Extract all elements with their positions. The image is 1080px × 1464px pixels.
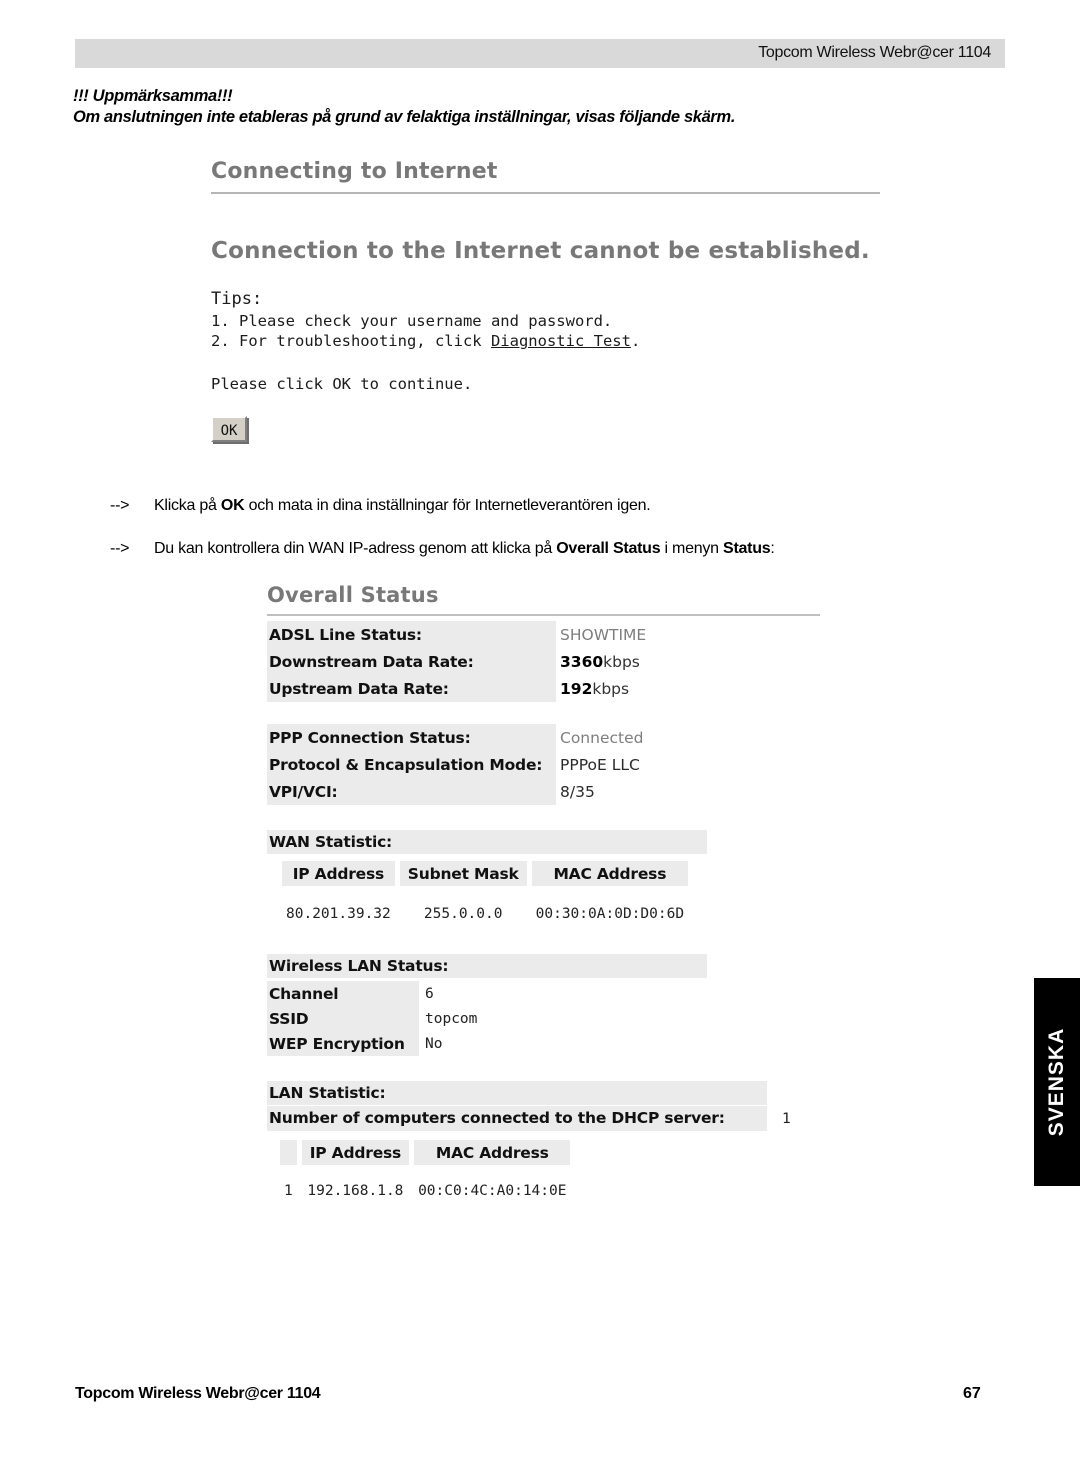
diagnostic-test-link[interactable]: Diagnostic Test xyxy=(491,332,631,350)
connecting-to-internet-screenshot: Connecting to Internet Connection to the… xyxy=(211,158,891,442)
table-row: Channel 6 xyxy=(267,981,716,1006)
upstream-rate-unit: kbps xyxy=(592,679,630,698)
wep-encryption-label: WEP Encryption xyxy=(267,1031,419,1056)
tip-2-prefix: 2. For troubleshooting, click xyxy=(211,332,491,350)
table-row: Protocol & Encapsulation Mode: PPPoE LLC xyxy=(267,751,821,778)
adsl-status-table: ADSL Line Status: SHOWTIME Downstream Da… xyxy=(267,621,821,702)
ppp-connection-status-label: PPP Connection Status: xyxy=(267,724,556,751)
table-row: 1 192.168.1.8 00:C0:4C:A0:14:0E xyxy=(280,1165,570,1203)
footer-page-number: 67 xyxy=(963,1385,981,1402)
ppp-connection-status-value: Connected xyxy=(560,728,644,747)
table-row: Upstream Data Rate: 192kbps xyxy=(267,675,821,702)
instruction-2-part-2: i menyn xyxy=(660,540,724,557)
footer-product-name: Topcom Wireless Webr@cer 1104 xyxy=(75,1385,321,1402)
table-row: ADSL Line Status: SHOWTIME xyxy=(267,621,821,648)
downstream-rate-label: Downstream Data Rate: xyxy=(267,648,556,675)
vpi-vci-value: 8/35 xyxy=(560,782,595,801)
lan-mac-address-value: 00:C0:4C:A0:14:0E xyxy=(418,1183,567,1199)
lan-col-index xyxy=(280,1140,297,1165)
overall-status-divider xyxy=(267,614,820,616)
downstream-rate-value: 3360kbps xyxy=(556,648,821,675)
tips-label: Tips: xyxy=(211,289,263,309)
instruction-2-part-1: Du kan kontrollera din WAN IP-adress gen… xyxy=(154,540,557,557)
wep-encryption-value: No xyxy=(425,1035,443,1052)
tip-2-suffix: . xyxy=(630,332,641,350)
lan-col-mac-address: MAC Address xyxy=(414,1140,571,1165)
wan-subnet-mask-value: 255.0.0.0 xyxy=(423,906,503,922)
arrow-marker-icon: --> xyxy=(110,540,130,557)
upstream-rate-number: 192 xyxy=(560,679,593,698)
protocol-encapsulation-value: PPPoE LLC xyxy=(560,755,640,774)
table-row: WEP Encryption No xyxy=(267,1031,716,1056)
channel-label: Channel xyxy=(267,981,419,1006)
tip-item-2: 2. For troubleshooting, click Diagnostic… xyxy=(211,331,891,351)
table-row: Downstream Data Rate: 3360kbps xyxy=(267,648,821,675)
downstream-rate-unit: kbps xyxy=(603,652,640,671)
overall-status-title: Overall Status xyxy=(267,583,439,607)
adsl-line-status-value: SHOWTIME xyxy=(560,625,647,644)
dhcp-client-count-value: 1 xyxy=(782,1110,791,1127)
dhcp-client-count-label: Number of computers connected to the DHC… xyxy=(267,1106,767,1131)
wan-col-ip-address: IP Address xyxy=(282,861,395,886)
wireless-lan-status-section-header: Wireless LAN Status: xyxy=(267,954,707,978)
wan-ip-address-value: 80.201.39.32 xyxy=(286,906,391,922)
warning-line-1: !!! Uppmärksamma!!! xyxy=(73,87,233,105)
instruction-2-part-3: : xyxy=(770,540,775,557)
language-side-tab-label: SVENSKA xyxy=(1045,1027,1068,1137)
ssid-label: SSID xyxy=(267,1006,419,1031)
arrow-marker-icon: --> xyxy=(110,497,130,514)
upstream-rate-value: 192kbps xyxy=(556,675,821,702)
tip-item-1: 1. Please check your username and passwo… xyxy=(211,312,613,330)
tips-list: 1. Please check your username and passwo… xyxy=(211,311,891,351)
table-row: VPI/VCI: 8/35 xyxy=(267,778,821,805)
table-row: 80.201.39.32 255.0.0.0 00:30:0A:0D:D0:6D xyxy=(282,886,688,926)
ok-button[interactable]: OK xyxy=(211,416,247,442)
ppp-status-table: PPP Connection Status: Connected Protoco… xyxy=(267,724,821,805)
connect-error-message: Connection to the Internet cannot be est… xyxy=(211,238,870,264)
overall-status-screenshot: Overall Status ADSL Line Status: SHOWTIM… xyxy=(267,582,827,1203)
connect-screen-title: Connecting to Internet xyxy=(211,159,498,184)
lan-ip-address-value: 192.168.1.8 xyxy=(307,1183,404,1199)
lan-statistic-section-header: LAN Statistic: xyxy=(267,1081,767,1105)
channel-value: 6 xyxy=(425,985,434,1002)
page-header-title: Topcom Wireless Webr@cer 1104 xyxy=(758,44,991,61)
vpi-vci-label: VPI/VCI: xyxy=(267,778,556,805)
warning-line-2: Om anslutningen inte etableras på grund … xyxy=(73,108,736,126)
language-side-tab: SVENSKA xyxy=(1034,978,1080,1186)
instruction-2-bold-status: Status xyxy=(723,540,771,557)
table-header-row: IP Address Subnet Mask MAC Address xyxy=(282,861,689,886)
protocol-encapsulation-label: Protocol & Encapsulation Mode: xyxy=(267,751,556,778)
downstream-rate-number: 3360 xyxy=(560,652,604,671)
upstream-rate-label: Upstream Data Rate: xyxy=(267,675,556,702)
continue-instruction: Please click OK to continue. xyxy=(211,375,473,393)
wan-statistic-table: IP Address Subnet Mask MAC Address 80.20… xyxy=(277,861,693,926)
lan-row-index-value: 1 xyxy=(284,1183,293,1199)
table-row: SSID topcom xyxy=(267,1006,716,1031)
wan-mac-address-value: 00:30:0A:0D:D0:6D xyxy=(535,906,685,922)
instruction-1-part-2: och mata in dina inställningar för Inter… xyxy=(244,497,651,514)
warning-block: !!! Uppmärksamma!!! Om anslutningen inte… xyxy=(73,86,973,128)
adsl-line-status-label: ADSL Line Status: xyxy=(267,621,556,648)
page-header-bar: Topcom Wireless Webr@cer 1104 xyxy=(75,39,1005,68)
instruction-line-2: --> Du kan kontrollera din WAN IP-adress … xyxy=(110,538,775,560)
connect-title-divider xyxy=(211,192,880,194)
wan-statistic-section-header: WAN Statistic: xyxy=(267,830,707,854)
wireless-lan-status-table: Channel 6 SSID topcom WEP Encryption No xyxy=(267,981,716,1056)
table-row: PPP Connection Status: Connected xyxy=(267,724,821,751)
instruction-2-bold-overall-status: Overall Status xyxy=(556,540,661,557)
instruction-1-bold-ok: OK xyxy=(220,497,245,514)
ssid-value: topcom xyxy=(425,1010,478,1027)
wan-col-mac-address: MAC Address xyxy=(531,861,689,886)
instruction-1-part-1: Klicka på xyxy=(154,497,221,514)
table-header-row: IP Address MAC Address xyxy=(280,1140,571,1165)
lan-col-ip-address: IP Address xyxy=(301,1140,410,1165)
dhcp-client-count-row: Number of computers connected to the DHC… xyxy=(267,1106,827,1131)
lan-statistic-table: IP Address MAC Address 1 192.168.1.8 00:… xyxy=(275,1140,575,1203)
wan-col-subnet-mask: Subnet Mask xyxy=(399,861,527,886)
instruction-line-1: --> Klicka på OK och mata in dina inställ… xyxy=(110,495,651,517)
